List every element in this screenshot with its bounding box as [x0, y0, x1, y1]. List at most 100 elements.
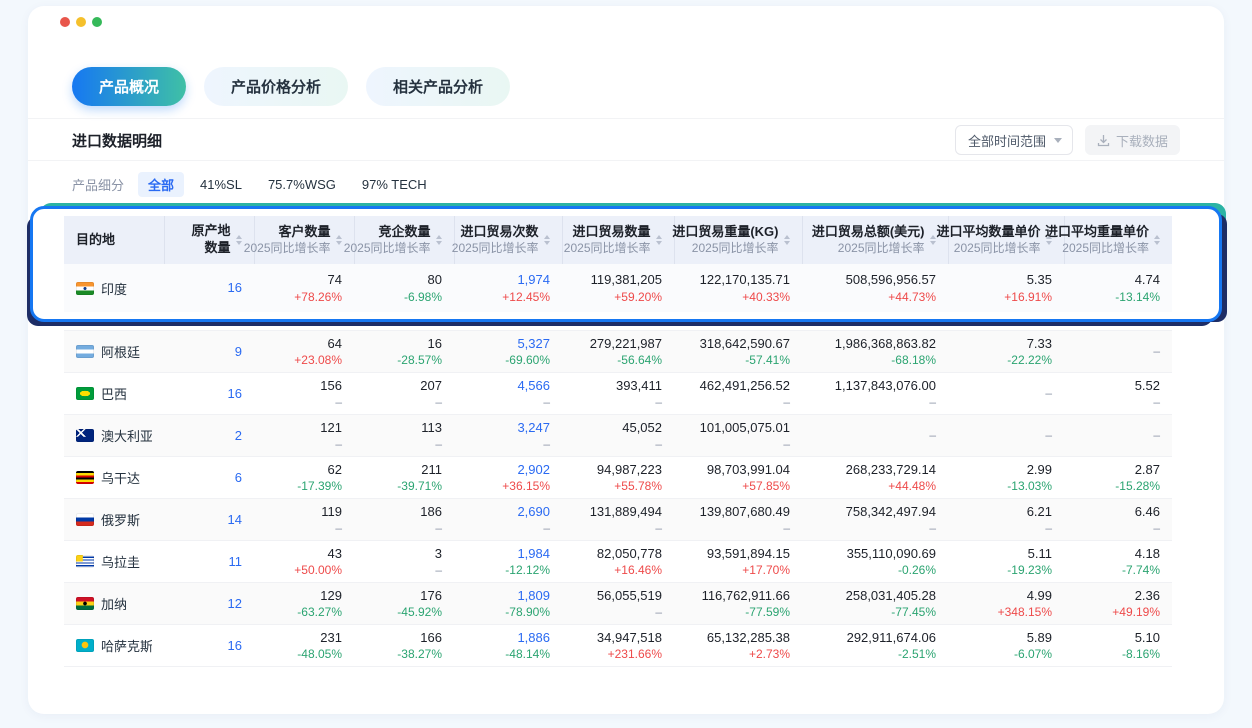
count-link[interactable]: 4,566: [466, 377, 550, 395]
data-cell: 113–: [354, 415, 454, 457]
table-row-ghana[interactable]: 加纳12129-63.27%176-45.92%1,809-78.90%56,0…: [64, 583, 1172, 625]
table-row-kazakhstan[interactable]: 哈萨克斯坦16231-48.05%166-38.27%1,886-48.14%3…: [64, 625, 1172, 667]
cell-value: 462,491,256.52: [686, 377, 790, 395]
data-cell: 82,050,778+16.46%: [562, 541, 674, 583]
data-cell: 56,055,519–: [562, 583, 674, 625]
sort-icon[interactable]: [544, 235, 550, 245]
tab-related-product-analysis[interactable]: 相关产品分析: [366, 67, 510, 106]
column-header-4[interactable]: 进口贸易次数2025同比增长率: [454, 216, 562, 264]
window-close-dot[interactable]: [60, 17, 70, 27]
count-link[interactable]: 1,886: [466, 629, 550, 647]
sort-icon[interactable]: [784, 235, 790, 245]
segment-option-97tech[interactable]: 97% TECH: [362, 177, 427, 192]
cell-value: 119,381,205: [574, 271, 662, 289]
column-header-7[interactable]: 进口贸易总额(美元)2025同比增长率: [802, 216, 948, 264]
cell-value: 6.46: [1076, 503, 1160, 521]
segment-option-41sl[interactable]: 41%SL: [200, 177, 242, 192]
cell-value: 43: [266, 545, 342, 563]
cell-value: 119: [266, 503, 342, 521]
data-cell: 5,327-69.60%: [454, 331, 562, 373]
sort-icon[interactable]: [1154, 235, 1160, 245]
count-link[interactable]: 11: [176, 553, 242, 571]
column-label: 进口贸易总额(美元): [812, 224, 925, 241]
destination-cell: 乌拉圭: [76, 552, 152, 571]
cell-value: 166: [366, 629, 442, 647]
russia-flag-icon: [76, 513, 94, 526]
count-link[interactable]: 6: [176, 469, 242, 487]
table-row-india[interactable]: 印度1674+78.26%80-6.98%1,974+12.45%119,381…: [64, 264, 1172, 312]
column-header-6[interactable]: 进口贸易重量(KG)2025同比增长率: [674, 216, 802, 264]
growth-rate: -17.39%: [266, 478, 342, 494]
count-link[interactable]: 2,902: [466, 461, 550, 479]
count-link[interactable]: 1,809: [466, 587, 550, 605]
growth-rate: –: [1076, 394, 1160, 410]
cell-value: 292,911,674.06: [814, 629, 936, 647]
column-header-3[interactable]: 竞企数量2025同比增长率: [354, 216, 454, 264]
window-zoom-dot[interactable]: [92, 17, 102, 27]
table-row-russia[interactable]: 俄罗斯14119–186–2,690–131,889,494–139,807,6…: [64, 499, 1172, 541]
count-link[interactable]: 5,327: [466, 335, 550, 353]
data-cell: 34,947,518+231.66%: [562, 625, 674, 667]
count-link[interactable]: 16: [176, 637, 242, 655]
sort-icon[interactable]: [930, 235, 936, 245]
data-cell: 7.33-22.22%: [948, 331, 1064, 373]
cell-value: 1,137,843,076.00: [814, 377, 936, 395]
download-data-button[interactable]: 下载数据: [1085, 125, 1180, 155]
cell-value: 5.89: [960, 629, 1052, 647]
count-link[interactable]: 2: [176, 427, 242, 445]
column-header-1[interactable]: 原产地数量: [164, 216, 254, 264]
sort-icon[interactable]: [336, 235, 342, 245]
table-row-brazil[interactable]: 巴西16156–207–4,566–393,411–462,491,256.52…: [64, 373, 1172, 415]
cell-value: 2.99: [960, 461, 1052, 479]
sort-icon[interactable]: [236, 235, 242, 245]
count-link[interactable]: 1,974: [466, 271, 550, 289]
growth-rate: +55.78%: [574, 478, 662, 494]
count-link[interactable]: 3,247: [466, 419, 550, 437]
data-cell: 119–: [254, 499, 354, 541]
data-cell: 139,807,680.49–: [674, 499, 802, 541]
data-cell: 94,987,223+55.78%: [562, 457, 674, 499]
time-range-value: 全部时间范围: [968, 131, 1046, 150]
table-row-argentina[interactable]: 阿根廷964+23.08%16-28.57%5,327-69.60%279,22…: [64, 331, 1172, 373]
column-sublabel: 2025同比增长率: [452, 241, 539, 257]
tab-product-overview[interactable]: 产品概况: [72, 67, 186, 106]
growth-rate: +44.48%: [814, 478, 936, 494]
data-cell: 16: [164, 264, 254, 312]
column-header-2[interactable]: 客户数量2025同比增长率: [254, 216, 354, 264]
data-cell: 3,247–: [454, 415, 562, 457]
column-header-9[interactable]: 进口平均重量单价2025同比增长率: [1064, 216, 1172, 264]
destination-cell: 加纳: [76, 594, 152, 613]
growth-rate: +57.85%: [686, 478, 790, 494]
count-link[interactable]: 12: [176, 595, 242, 613]
column-header-5[interactable]: 进口贸易数量2025同比增长率: [562, 216, 674, 264]
count-link[interactable]: 14: [176, 511, 242, 529]
segment-option-757wsg[interactable]: 75.7%WSG: [268, 177, 336, 192]
column-label: 进口贸易次数: [452, 224, 539, 241]
country-name: 阿根廷: [101, 342, 140, 361]
segment-option-all[interactable]: 全部: [138, 172, 184, 197]
count-link[interactable]: 16: [176, 385, 242, 403]
table-row-australia[interactable]: 澳大利亚2121–113–3,247–45,052–101,005,075.01…: [64, 415, 1172, 457]
growth-rate: -28.57%: [366, 352, 442, 368]
table-row-uruguay[interactable]: 乌拉圭1143+50.00%3–1,984-12.12%82,050,778+1…: [64, 541, 1172, 583]
count-link[interactable]: 16: [176, 279, 242, 297]
time-range-select[interactable]: 全部时间范围: [955, 125, 1073, 155]
count-link[interactable]: 2,690: [466, 503, 550, 521]
data-cell: 355,110,090.69-0.26%: [802, 541, 948, 583]
count-link[interactable]: 9: [176, 343, 242, 361]
data-cell: 6.21–: [948, 499, 1064, 541]
growth-rate: -68.18%: [814, 352, 936, 368]
table-row-uganda[interactable]: 乌干达662-17.39%211-39.71%2,902+36.15%94,98…: [64, 457, 1172, 499]
data-cell: 1,809-78.90%: [454, 583, 562, 625]
cell-value: 1,986,368,863.82: [814, 335, 936, 353]
country-name: 澳大利亚: [101, 426, 152, 445]
sort-icon[interactable]: [436, 235, 442, 245]
data-cell: 166-38.27%: [354, 625, 454, 667]
data-cell: –: [802, 415, 948, 457]
data-cell: 9: [164, 331, 254, 373]
window-minimize-dot[interactable]: [76, 17, 86, 27]
sort-icon[interactable]: [656, 235, 662, 245]
count-link[interactable]: 1,984: [466, 545, 550, 563]
growth-rate: –: [266, 436, 342, 452]
tab-product-price-analysis[interactable]: 产品价格分析: [204, 67, 348, 106]
